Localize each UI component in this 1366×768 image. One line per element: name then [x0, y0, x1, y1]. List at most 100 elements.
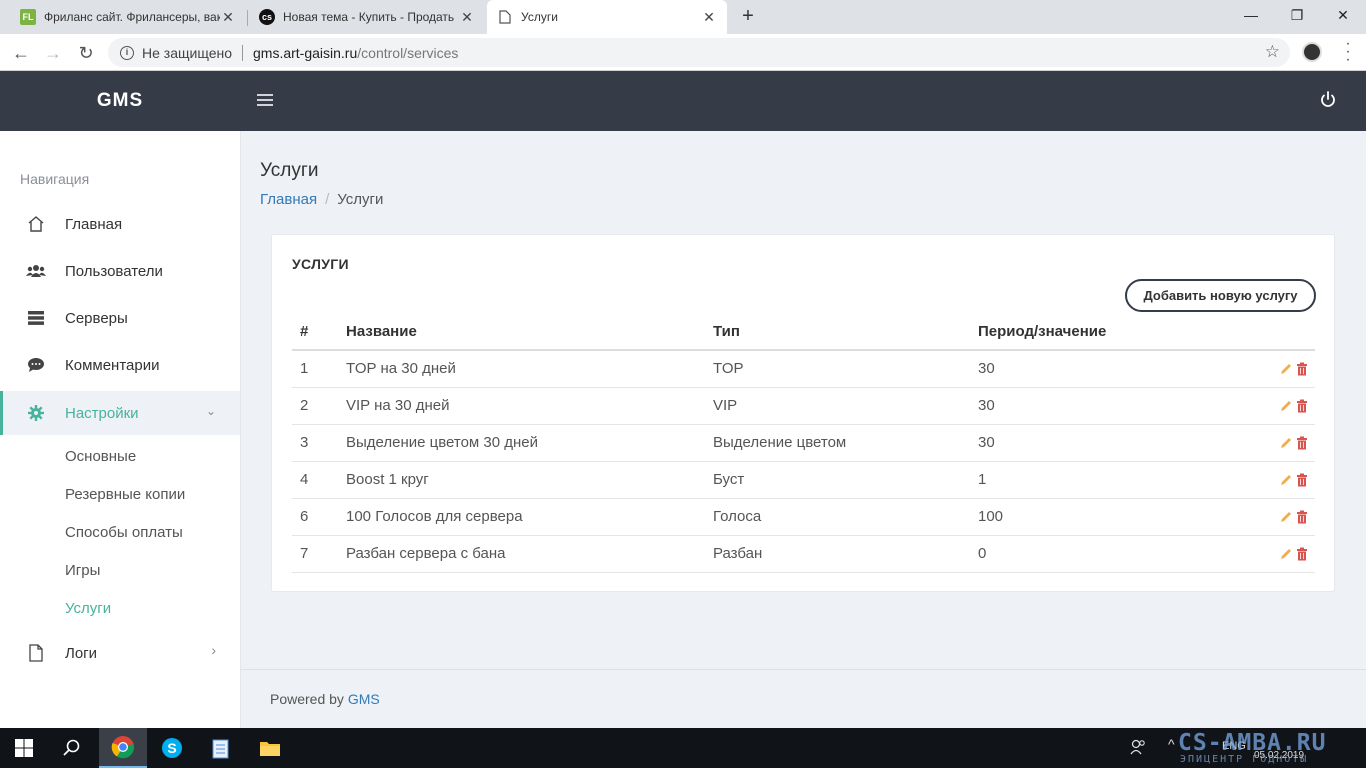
svg-text:S: S — [167, 740, 176, 756]
sidebar-item-users[interactable]: Пользователи — [0, 249, 240, 293]
forward-icon[interactable]: → — [40, 40, 66, 66]
close-tab-icon[interactable]: ✕ — [701, 9, 717, 26]
tab-title: Фриланс сайт. Фрилансеры, вак — [44, 10, 220, 24]
breadcrumb-home-link[interactable]: Главная — [260, 191, 317, 208]
services-table: # Название Тип Период/значение 1 TOP на 3… — [292, 313, 1315, 573]
power-icon[interactable] — [1318, 90, 1338, 110]
cell-value: 1 — [970, 461, 1230, 499]
address-bar[interactable]: i Не защищено gms.art-gaisin.ru/control/… — [108, 38, 1290, 67]
security-label: Не защищено — [142, 44, 232, 61]
sidebar-item-settings[interactable]: Настройки ⌄ — [0, 391, 240, 435]
omnibox-divider — [242, 44, 243, 61]
notepad-icon[interactable] — [197, 728, 245, 768]
sidebar-item-home[interactable]: Главная — [0, 202, 240, 246]
info-icon[interactable]: i — [120, 45, 134, 60]
delete-trash-icon[interactable] — [1295, 362, 1309, 376]
maximize-icon[interactable]: ❐ — [1274, 0, 1320, 30]
back-icon[interactable]: ← — [8, 40, 34, 66]
cs-favicon-icon: cs — [259, 9, 275, 25]
skype-icon[interactable]: S — [148, 728, 196, 768]
close-tab-icon[interactable]: ✕ — [459, 9, 475, 26]
delete-trash-icon[interactable] — [1295, 547, 1309, 561]
footer-divider — [241, 669, 1366, 670]
card-title: УСЛУГИ — [292, 256, 349, 272]
cell-type: Разбан — [705, 535, 970, 573]
edit-pencil-icon[interactable] — [1279, 510, 1293, 524]
edit-pencil-icon[interactable] — [1279, 399, 1293, 413]
sidebar-item-label: Логи — [65, 644, 98, 662]
sidebar-subitem-backups[interactable]: Резервные копии — [65, 486, 185, 503]
chevron-up-icon[interactable]: ^ — [1168, 736, 1175, 752]
sidebar-item-label: Пользователи — [65, 262, 163, 280]
sidebar-item-servers[interactable]: Серверы — [0, 296, 240, 340]
edit-pencil-icon[interactable] — [1279, 473, 1293, 487]
sidebar-subitem-games[interactable]: Игры — [65, 562, 100, 579]
cell-id: 3 — [292, 424, 338, 462]
close-window-icon[interactable]: ✕ — [1320, 0, 1366, 30]
sidebar-item-label: Настройки — [65, 404, 139, 422]
column-header-value: Период/значение — [970, 313, 1230, 351]
cell-name: Boost 1 круг — [338, 461, 705, 499]
delete-trash-icon[interactable] — [1295, 510, 1309, 524]
sidebar-subitem-payment[interactable]: Способы оплаты — [65, 524, 183, 541]
browser-tab-forum[interactable]: cs Новая тема - Купить - Продать ✕ — [249, 0, 485, 34]
sidebar-item-comments[interactable]: Комментарии — [0, 343, 240, 387]
cell-value: 30 — [970, 350, 1230, 388]
sidebar: Навигация Главная Пользователи Серверы К… — [0, 131, 241, 728]
profile-avatar[interactable] — [1302, 42, 1322, 62]
delete-trash-icon[interactable] — [1295, 399, 1309, 413]
sidebar-item-label: Главная — [65, 215, 123, 233]
minimize-icon[interactable]: — — [1228, 0, 1274, 30]
chrome-icon[interactable] — [99, 728, 147, 768]
table-row: 1 TOP на 30 дней TOP 30 — [292, 350, 1315, 388]
reload-icon[interactable]: ↻ — [73, 40, 99, 66]
breadcrumb-current: Услуги — [337, 191, 384, 208]
column-header-name: Название — [338, 313, 705, 351]
add-service-button[interactable]: Добавить новую услугу — [1125, 279, 1316, 312]
search-icon[interactable] — [48, 728, 96, 768]
tab-title: Новая тема - Купить - Продать — [283, 10, 455, 24]
browser-menu-icon[interactable]: · · · — [1340, 36, 1356, 68]
cell-name: 100 Голосов для сервера — [338, 498, 705, 536]
cell-actions — [1230, 424, 1315, 462]
services-card: УСЛУГИ Добавить новую услугу # Название … — [271, 234, 1335, 592]
windows-start-icon[interactable] — [0, 728, 48, 768]
users-icon — [26, 261, 46, 281]
cell-id: 4 — [292, 461, 338, 499]
breadcrumb-separator: / — [325, 191, 330, 208]
cell-value: 0 — [970, 535, 1230, 573]
edit-pencil-icon[interactable] — [1279, 547, 1293, 561]
tab-title: Услуги — [521, 10, 558, 24]
cell-type: VIP — [705, 387, 970, 425]
delete-trash-icon[interactable] — [1295, 473, 1309, 487]
cell-type: TOP — [705, 350, 970, 388]
menu-toggle-icon[interactable] — [257, 94, 273, 108]
edit-pencil-icon[interactable] — [1279, 362, 1293, 376]
cell-name: TOP на 30 дней — [338, 350, 705, 388]
sidebar-item-logs[interactable]: Логи › — [0, 631, 240, 675]
close-tab-icon[interactable]: ✕ — [220, 9, 236, 26]
new-tab-button[interactable]: + — [736, 4, 760, 28]
people-icon[interactable] — [1130, 738, 1146, 759]
delete-trash-icon[interactable] — [1295, 436, 1309, 450]
watermark-logo: CS-AMBA.RU — [1178, 730, 1327, 756]
browser-tab-services[interactable]: Услуги ✕ — [487, 0, 727, 34]
footer-gms-link[interactable]: GMS — [348, 691, 380, 707]
browser-tab-freelance[interactable]: FL Фриланс сайт. Фрилансеры, вак ✕ — [10, 0, 246, 34]
fl-favicon-icon: FL — [20, 9, 36, 25]
breadcrumb: Главная / Услуги — [260, 191, 383, 208]
comments-icon — [26, 355, 46, 375]
browser-toolbar: ← → ↻ i Не защищено gms.art-gaisin.ru/co… — [0, 34, 1366, 71]
sidebar-subitem-general[interactable]: Основные — [65, 448, 136, 465]
sidebar-item-label: Серверы — [65, 309, 128, 327]
table-row: 3 Выделение цветом 30 дней Выделение цвето… — [292, 424, 1315, 462]
brand-logo[interactable]: GMS — [0, 71, 240, 131]
footer: Powered by GMS — [270, 691, 380, 707]
sidebar-subitem-services[interactable]: Услуги — [65, 600, 111, 617]
cell-name: VIP на 30 дней — [338, 387, 705, 425]
cell-actions — [1230, 535, 1315, 573]
bookmark-star-icon[interactable]: ☆ — [1265, 42, 1280, 62]
edit-pencil-icon[interactable] — [1279, 436, 1293, 450]
file-explorer-icon[interactable] — [246, 728, 294, 768]
cell-type: Голоса — [705, 498, 970, 536]
